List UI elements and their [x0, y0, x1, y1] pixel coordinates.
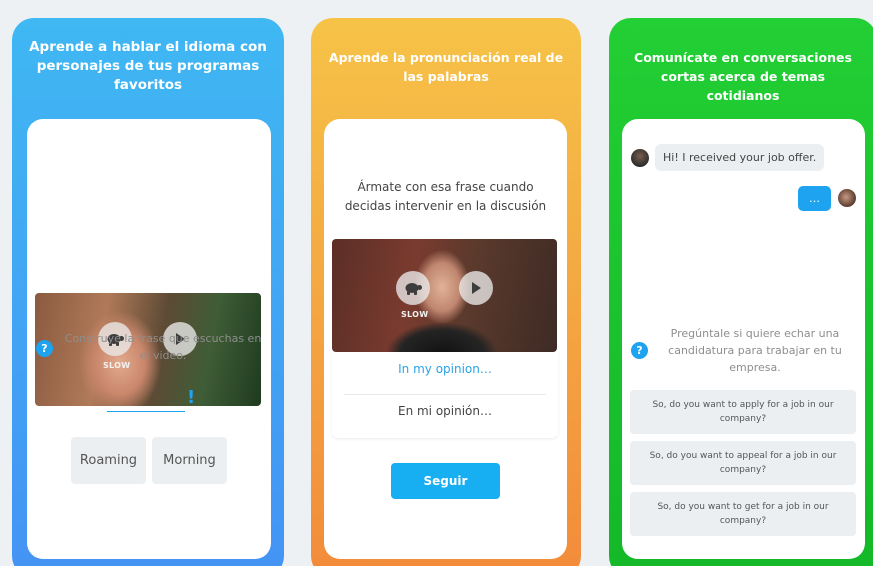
- answer-option[interactable]: So, do you want to appeal for a job in o…: [630, 441, 856, 485]
- translation-choices: In my opinion… En mi opinión…: [332, 352, 558, 438]
- feature-card-pronunciation: Aprende la pronunciación real de las pal…: [311, 18, 581, 566]
- word-option-morning[interactable]: Morning: [152, 437, 227, 484]
- app-stage: Aprende a hablar el idioma con personaje…: [0, 0, 873, 566]
- divider: [344, 394, 546, 395]
- card-title: Aprende la pronunciación real de las pal…: [328, 50, 564, 84]
- card-title: Aprende a hablar el idioma con personaje…: [29, 39, 267, 93]
- card-title: Comunícate en conversaciones cortas acer…: [634, 50, 852, 103]
- choice-spanish[interactable]: En mi opinión…: [332, 404, 558, 418]
- lesson-panel: SLOW ? Construye la frase que escuchas e…: [27, 119, 271, 559]
- choice-english[interactable]: In my opinion…: [332, 362, 558, 376]
- feature-card-conversations: Comunícate en conversaciones cortas acer…: [609, 18, 873, 566]
- instruction-text: Pregúntale si quiere echar una candidatu…: [668, 327, 842, 374]
- turtle-icon: [405, 283, 422, 295]
- help-icon[interactable]: ?: [631, 342, 648, 359]
- prompt-text: Ármate con esa frase cuando decidas inte…: [344, 180, 547, 213]
- avatar-icon: [838, 189, 856, 207]
- slow-play-button[interactable]: [396, 271, 430, 305]
- answer-blank[interactable]: [107, 394, 185, 412]
- slow-label: SLOW: [401, 310, 429, 319]
- video-player[interactable]: SLOW: [332, 239, 557, 352]
- incoming-message: Hi! I received your job offer.: [655, 144, 825, 171]
- instruction-text: Construye la frase que escuchas en el vi…: [64, 332, 262, 362]
- answer-option[interactable]: So, do you want to get for a job in our …: [630, 492, 856, 536]
- answer-punctuation: !: [187, 387, 196, 408]
- word-option-roaming[interactable]: Roaming: [71, 437, 146, 484]
- play-button[interactable]: [459, 271, 493, 305]
- avatar-icon: [631, 149, 649, 167]
- chat-panel: Hi! I received your job offer. … ? Pregú…: [622, 119, 865, 559]
- feature-card-shows: Aprende a hablar el idioma con personaje…: [12, 18, 284, 566]
- play-icon: [472, 282, 481, 294]
- answer-option[interactable]: So, do you want to apply for a job in ou…: [630, 390, 856, 434]
- help-icon[interactable]: ?: [36, 340, 53, 357]
- lesson-panel: Ármate con esa frase cuando decidas inte…: [324, 119, 567, 559]
- continue-button[interactable]: Seguir: [391, 463, 500, 499]
- outgoing-message: …: [798, 186, 831, 211]
